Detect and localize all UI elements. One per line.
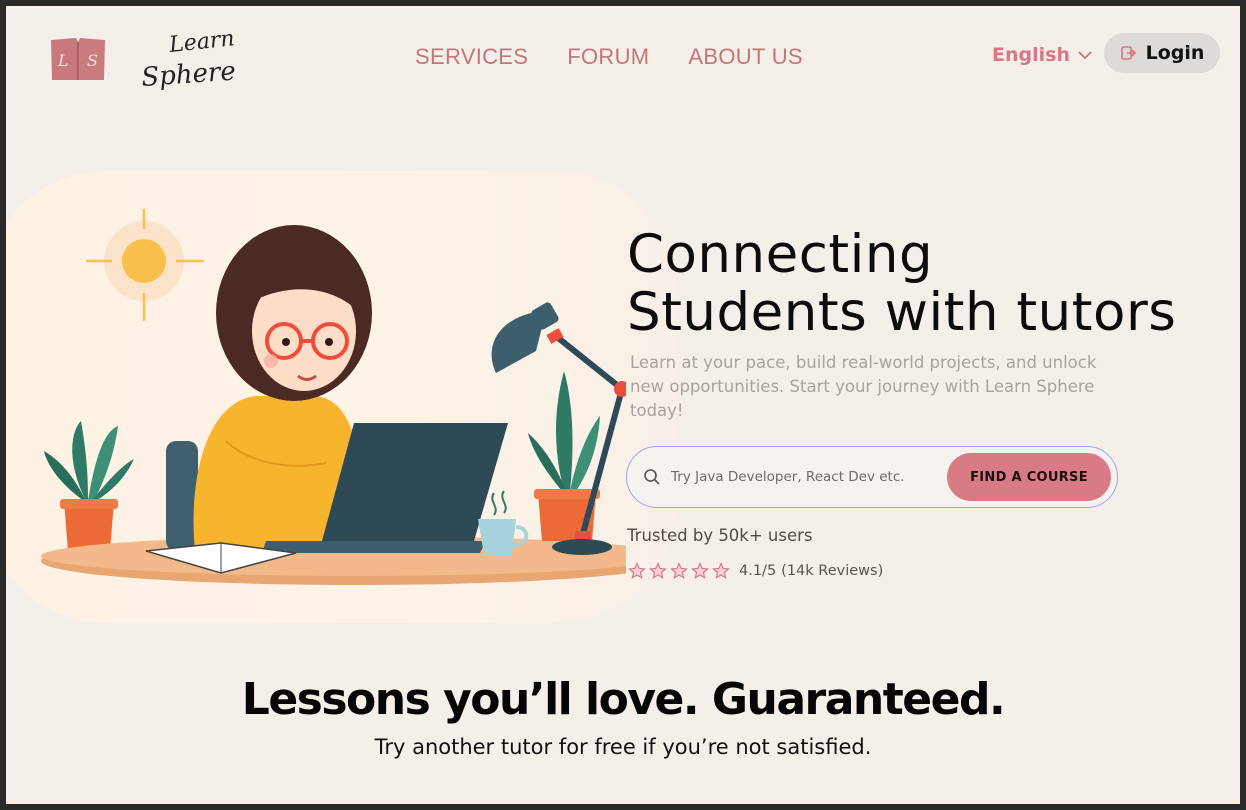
find-course-button[interactable]: FIND A COURSE: [947, 453, 1111, 501]
hero-illustration: [41, 209, 626, 585]
course-search-bar: FIND A COURSE: [626, 446, 1118, 508]
logo-book-icon[interactable]: L S: [49, 36, 107, 87]
login-button[interactable]: Login: [1104, 33, 1220, 73]
nav-forum[interactable]: FORUM: [567, 44, 649, 70]
chevron-down-icon: [1078, 51, 1092, 60]
login-icon: [1120, 46, 1136, 60]
svg-text:L: L: [57, 51, 69, 70]
sun-icon: [86, 209, 204, 321]
star-icon: [691, 562, 709, 579]
language-label: English: [992, 44, 1070, 66]
hero-headline: Connecting Students with tutors: [627, 226, 1187, 342]
headline-line-2: Students with tutors: [627, 282, 1177, 343]
guarantee-title: Lessons you’ll love. Guaranteed.: [241, 674, 1006, 725]
rating-stars: [628, 562, 730, 580]
language-selector[interactable]: English: [992, 44, 1092, 66]
hero-subtext: Learn at your pace, build real-world pro…: [630, 353, 1097, 420]
svg-text:Learn: Learn: [167, 26, 236, 58]
login-label: Login: [1145, 42, 1205, 64]
landing-page: L S Learn Sphere SERVICES FORUM ABOUT US…: [6, 6, 1240, 804]
star-icon: [670, 562, 688, 579]
rating-value: 4.1/5: [739, 563, 777, 579]
star-icon: [649, 562, 667, 579]
nav-services[interactable]: SERVICES: [415, 44, 528, 70]
plant-left-icon: [44, 421, 134, 551]
headline-line-1: Connecting: [627, 224, 934, 285]
guarantee-subtitle: Try another tutor for free if you’re not…: [374, 735, 872, 759]
star-icon: [712, 562, 730, 579]
svg-text:S: S: [87, 51, 98, 70]
nav-about-us[interactable]: ABOUT US: [688, 44, 802, 70]
search-icon: [644, 469, 660, 485]
trusted-text: Trusted by 50k+ users: [627, 526, 813, 545]
rating-reviews: (14k Reviews): [781, 563, 884, 579]
main-nav: SERVICES FORUM ABOUT US: [415, 44, 842, 70]
star-icon: [628, 562, 646, 579]
logo-wordmark[interactable]: Learn Sphere: [136, 20, 266, 107]
rating-row: 4.1/5 (14k Reviews): [628, 562, 883, 580]
svg-text:Sphere: Sphere: [140, 56, 236, 93]
search-input[interactable]: [671, 464, 941, 490]
